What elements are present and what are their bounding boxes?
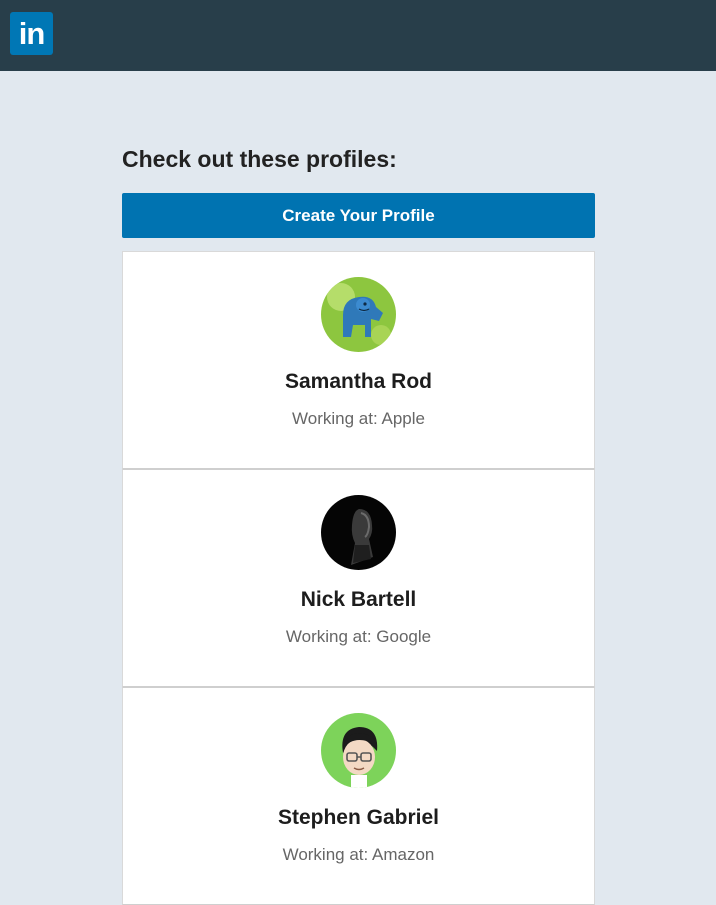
profile-workplace: Working at: Apple [292,409,425,428]
profile-name[interactable]: Nick Bartell [123,588,594,612]
profile-list: Samantha Rod Working at: Apple Nick Bart… [122,251,595,905]
main-content: Check out these profiles: Create Your Pr… [122,144,595,905]
create-profile-button[interactable]: Create Your Profile [122,193,595,238]
cartoon-glasses-avatar-icon[interactable] [321,713,396,788]
profile-workplace: Working at: Google [285,627,432,646]
profile-workplace: Working at: Amazon [282,845,435,864]
profile-name[interactable]: Samantha Rod [123,370,594,394]
profile-card[interactable]: Stephen Gabriel Working at: Amazon [122,687,595,905]
page-heading: Check out these profiles: [122,146,397,172]
gorilla-avatar-icon[interactable] [321,277,396,352]
portrait-avatar-icon[interactable] [321,495,396,570]
top-navigation-bar: in [0,0,716,71]
linkedin-logo-icon[interactable]: in [10,12,53,55]
profile-card[interactable]: Nick Bartell Working at: Google [122,469,595,687]
profile-card[interactable]: Samantha Rod Working at: Apple [122,251,595,469]
profile-name[interactable]: Stephen Gabriel [123,806,594,830]
